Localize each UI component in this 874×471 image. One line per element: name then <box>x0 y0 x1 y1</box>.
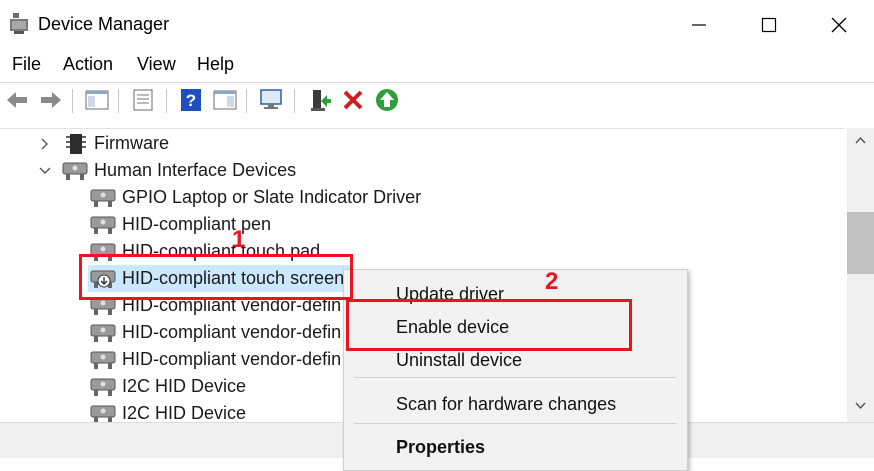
toolbar-separator <box>118 89 119 113</box>
tree-item-device[interactable]: GPIO Laptop or Slate Indicator Driver <box>90 184 421 211</box>
maximize-button[interactable] <box>734 0 804 50</box>
menu-separator <box>354 423 676 424</box>
properties-icon[interactable] <box>130 87 156 113</box>
tree-item-label: HID-compliant vendor-defin <box>122 349 342 369</box>
scan-hardware-icon[interactable] <box>258 87 284 113</box>
hid-category-icon <box>62 162 88 180</box>
tree-item-label: I2C HID Device <box>122 376 247 396</box>
menu-item-uninstall-device[interactable]: Uninstall device <box>396 350 522 371</box>
tree-item-device[interactable]: HID-compliant vendor-defin <box>90 319 341 346</box>
firmware-chip-icon <box>66 133 86 154</box>
scroll-up-icon[interactable] <box>855 136 866 144</box>
minimize-button[interactable] <box>664 0 734 50</box>
step-2-label: 2 <box>545 268 559 295</box>
toolbar-separator <box>166 89 167 113</box>
window-title: Device Manager <box>38 14 170 34</box>
highlight-box-enable-device <box>346 299 632 351</box>
close-icon <box>831 17 847 33</box>
menu-action[interactable]: Action <box>63 54 113 75</box>
hid-device-icon <box>90 189 116 207</box>
chevron-right-icon[interactable] <box>36 135 54 153</box>
tree-item-label: HID-compliant vendor-defin <box>122 322 342 342</box>
tree-item-label: I2C HID Device <box>122 403 247 423</box>
step-1-label: 1 <box>232 226 246 253</box>
tree-item-device[interactable]: I2C HID Device <box>90 400 246 423</box>
maximize-icon <box>761 17 777 33</box>
toolbar-separator <box>294 89 295 113</box>
tree-item-label: HID-compliant pen <box>122 214 272 234</box>
toolbar-separator <box>246 89 247 113</box>
help-icon[interactable]: ? <box>178 87 204 113</box>
close-button[interactable] <box>804 0 874 50</box>
vertical-scrollbar[interactable] <box>847 128 874 422</box>
hid-device-icon <box>90 378 116 396</box>
title-bar: Device Manager <box>0 0 874 50</box>
menu-item-scan-hardware[interactable]: Scan for hardware changes <box>396 394 616 415</box>
hid-device-icon <box>90 405 116 423</box>
chevron-down-icon[interactable] <box>36 162 54 180</box>
tree-item-label: Human Interface Devices <box>94 160 297 180</box>
tree-item-human-interface-devices[interactable]: Human Interface Devices <box>36 157 296 184</box>
minimize-icon <box>692 24 706 26</box>
device-manager-icon <box>10 13 28 34</box>
enable-device-icon[interactable] <box>374 87 400 113</box>
hid-device-icon <box>90 351 116 369</box>
scrollbar-thumb[interactable] <box>847 212 874 274</box>
hid-device-icon <box>90 216 116 234</box>
menu-view[interactable]: View <box>137 54 176 75</box>
scroll-down-icon[interactable] <box>855 402 866 410</box>
back-arrow-icon[interactable] <box>4 87 30 113</box>
forward-arrow-icon[interactable] <box>38 87 64 113</box>
tree-item-label: GPIO Laptop or Slate Indicator Driver <box>122 187 422 207</box>
uninstall-icon[interactable] <box>340 87 366 113</box>
update-driver-icon[interactable] <box>306 87 332 113</box>
menu-file[interactable]: File <box>12 54 41 75</box>
tree-item-firmware[interactable]: Firmware <box>36 130 169 157</box>
show-hide-tree-icon[interactable] <box>84 87 110 113</box>
menu-help[interactable]: Help <box>197 54 234 75</box>
highlight-box-touch-screen <box>79 254 353 300</box>
tree-item-label: Firmware <box>94 133 169 153</box>
hid-device-icon <box>90 324 116 342</box>
view-icon[interactable] <box>212 87 238 113</box>
toolbar: ? <box>0 82 874 119</box>
svg-text:?: ? <box>186 91 196 110</box>
tree-item-device[interactable]: I2C HID Device <box>90 373 246 400</box>
menu-bar: File Action View Help <box>0 50 874 80</box>
toolbar-separator <box>72 89 73 113</box>
menu-separator <box>354 377 676 378</box>
menu-item-properties[interactable]: Properties <box>396 437 485 458</box>
tree-item-device[interactable]: HID-compliant vendor-defin <box>90 346 341 373</box>
